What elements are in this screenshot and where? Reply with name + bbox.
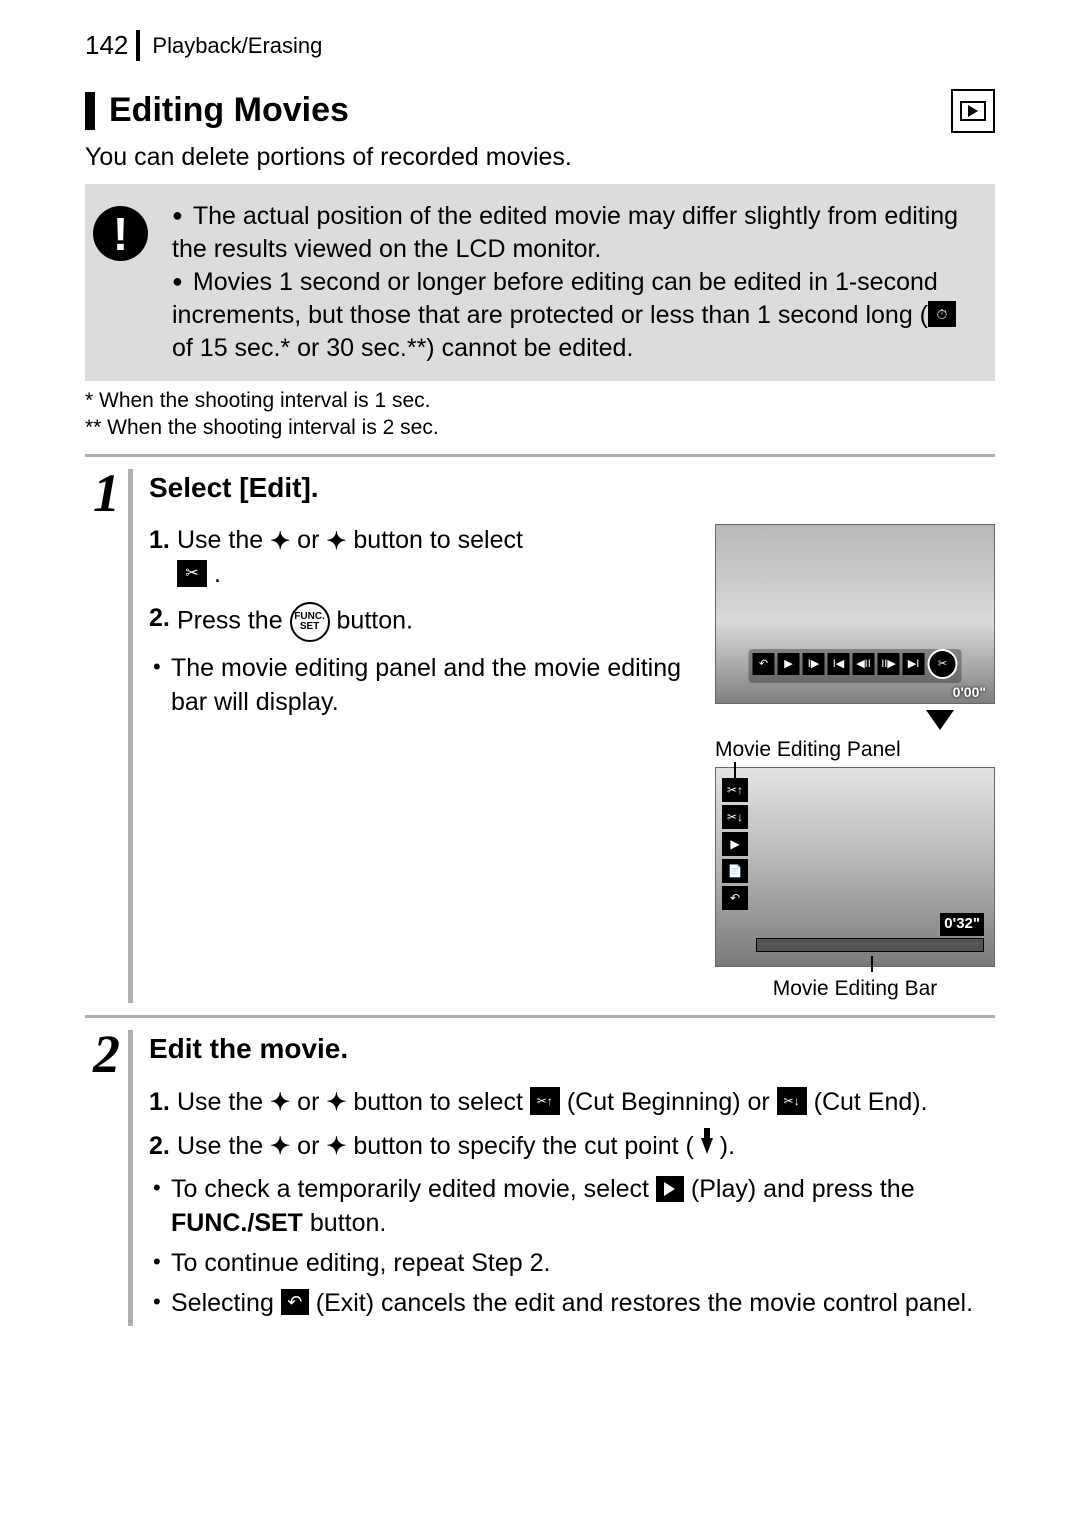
footnotes: * When the shooting interval is 1 sec. *…	[85, 387, 995, 442]
exit-icon: ↶	[722, 886, 748, 910]
play-icon	[656, 1176, 684, 1202]
step-number: 1	[85, 469, 133, 1003]
exit-icon: ↶	[281, 1289, 309, 1315]
pointer-arrow-icon	[926, 710, 954, 730]
cut-beginning-icon: ✂↑	[722, 778, 748, 802]
func-set-button-icon: FUNC.SET	[290, 602, 330, 642]
editing-bar	[756, 938, 984, 952]
prev-frame-icon: I◀	[828, 653, 850, 675]
breadcrumb: Playback/Erasing	[152, 33, 322, 59]
step-notes: The movie editing panel and the movie ed…	[149, 652, 691, 720]
up-arrow-icon: ✦	[270, 1087, 290, 1119]
left-arrow-icon: ✦	[270, 1131, 290, 1163]
step-note: Selecting ↶ (Exit) cancels the edit and …	[149, 1287, 995, 1321]
timelapse-movie-icon: ⏱	[928, 301, 956, 327]
scissor-edit-icon: ✂	[177, 560, 207, 587]
right-arrow-icon: ✦	[326, 526, 346, 558]
save-icon: 📄	[722, 859, 748, 883]
section-title-row: Editing Movies	[85, 89, 995, 133]
page-header: 142 Playback/Erasing	[85, 30, 995, 61]
warning-box: ! The actual position of the edited movi…	[85, 184, 995, 381]
cut-end-icon: ✂↓	[722, 805, 748, 829]
footnote: * When the shooting interval is 1 sec.	[85, 387, 995, 414]
illustration-column: ↶ ▶ I▶ I◀ ◀II II▶ ▶I ✂ 0'00" Movie Editi…	[715, 524, 995, 1003]
editing-side-icons: ✂↑ ✂↓ ▶ 📄 ↶	[722, 778, 748, 910]
warning-list: The actual position of the edited movie …	[172, 200, 977, 365]
slow-play-icon: I▶	[803, 653, 825, 675]
movie-control-bar: ↶ ▶ I▶ I◀ ◀II II▶ ▶I ✂	[749, 649, 962, 683]
warning-item: Movies 1 second or longer before editing…	[172, 266, 977, 365]
bar-label: Movie Editing Bar	[715, 975, 995, 1003]
cut-end-icon: ✂↓	[777, 1087, 807, 1115]
next-frame-icon: ▶I	[903, 653, 925, 675]
play-icon: ▶	[722, 832, 748, 856]
step-note: The movie editing panel and the movie ed…	[149, 652, 691, 720]
step-block: 1 Select [Edit]. 1.Use the ✦ or ✦ button…	[85, 454, 995, 1003]
substep: 2.Press the FUNC.SET button.	[149, 602, 691, 642]
cut-point-marker-icon	[701, 1138, 713, 1154]
step-title: Edit the movie.	[149, 1030, 995, 1068]
warning-item: The actual position of the edited movie …	[172, 200, 977, 266]
edit-scissor-icon: ✂	[928, 649, 958, 679]
substep: 2.Use the ✦ or ✦ button to specify the c…	[149, 1130, 995, 1164]
undo-icon: ↶	[753, 653, 775, 675]
page-number: 142	[85, 30, 140, 61]
time-readout: 0'00"	[953, 683, 986, 702]
step-notes: To check a temporarily edited movie, sel…	[149, 1173, 995, 1320]
step-number: 2	[85, 1030, 133, 1326]
step-substeps: 1.Use the ✦ or ✦ button to select ✂ . 2.…	[149, 524, 691, 642]
section-title: Editing Movies	[85, 92, 349, 129]
substep: 1.Use the ✦ or ✦ button to select ✂ .	[149, 524, 691, 592]
left-arrow-icon: ✦	[270, 526, 290, 558]
cut-beginning-icon: ✂↑	[530, 1087, 560, 1115]
step-title: Select [Edit].	[149, 469, 995, 507]
down-arrow-icon: ✦	[326, 1087, 346, 1119]
frame-back-icon: ◀II	[853, 653, 875, 675]
frame-fwd-icon: II▶	[878, 653, 900, 675]
step-note: To continue editing, repeat Step 2.	[149, 1247, 995, 1281]
play-icon: ▶	[778, 653, 800, 675]
panel-label: Movie Editing Panel	[715, 736, 995, 764]
warning-icon: !	[93, 206, 148, 261]
step-note: To check a temporarily edited movie, sel…	[149, 1173, 995, 1241]
panel-time: 0'32"	[940, 913, 984, 935]
right-arrow-icon: ✦	[326, 1131, 346, 1163]
movie-control-panel-illustration: ↶ ▶ I▶ I◀ ◀II II▶ ▶I ✂ 0'00"	[715, 524, 995, 704]
footnote: ** When the shooting interval is 2 sec.	[85, 414, 995, 441]
playback-mode-icon	[951, 89, 995, 133]
intro-text: You can delete portions of recorded movi…	[85, 143, 995, 172]
step-block: 2 Edit the movie. 1.Use the ✦ or ✦ butto…	[85, 1015, 995, 1326]
movie-editing-panel-illustration: ✂↑ ✂↓ ▶ 📄 ↶ 0'32"	[715, 767, 995, 967]
substep: 1.Use the ✦ or ✦ button to select ✂↑ (Cu…	[149, 1086, 995, 1120]
step-substeps: 1.Use the ✦ or ✦ button to select ✂↑ (Cu…	[149, 1086, 995, 1164]
